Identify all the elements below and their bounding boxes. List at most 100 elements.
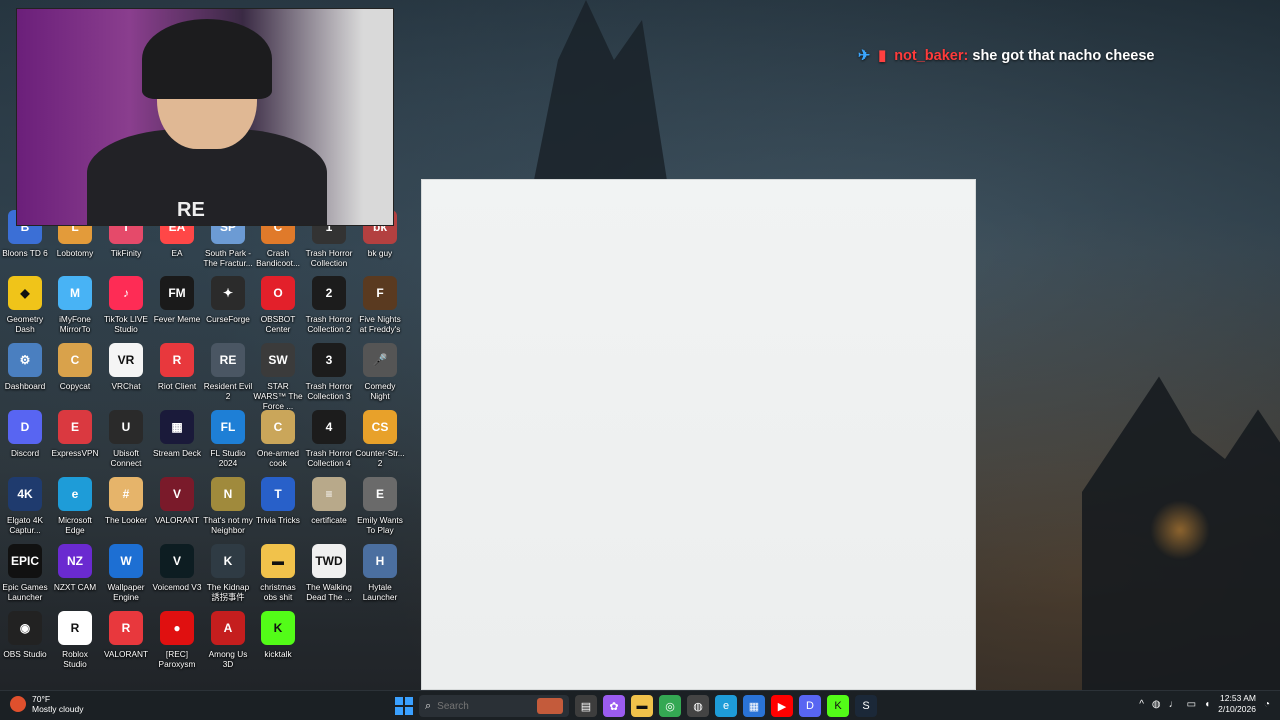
chrome-icon[interactable]: ◎ xyxy=(659,695,681,717)
desktop-shortcut-label: Crash Bandicoot... xyxy=(256,248,300,268)
desktop-shortcut[interactable]: E Emily Wants To Play xyxy=(355,477,405,535)
desktop-shortcut[interactable]: N That's not my Neighbor xyxy=(203,477,253,535)
re2-icon: RE xyxy=(211,343,245,377)
desktop-shortcut[interactable]: ● [REC] Paroxysm xyxy=(152,611,202,669)
desktop-shortcut[interactable]: # The Looker xyxy=(101,477,151,525)
desktop-shortcut-label: Trash Horror Collection 2 xyxy=(305,314,353,334)
desktop-shortcut[interactable]: EPIC Epic Games Launcher xyxy=(0,544,50,602)
desktop-shortcut[interactable]: V VALORANT xyxy=(152,477,202,525)
windows-logo-pane xyxy=(404,697,413,706)
steam-icon[interactable]: S xyxy=(855,695,877,717)
expressvpn-icon: E xyxy=(58,410,92,444)
blank-window[interactable] xyxy=(421,179,976,690)
desktop-shortcut-label: Roblox Studio xyxy=(62,649,88,669)
desktop-shortcut[interactable]: 3 Trash Horror Collection 3 xyxy=(304,343,354,401)
desktop-shortcut[interactable]: R VALORANT xyxy=(101,611,151,659)
dashboard-icon: ⚙ xyxy=(8,343,42,377)
file-explorer-icon[interactable]: ▤ xyxy=(575,695,597,717)
desktop-shortcut[interactable]: A Among Us 3D xyxy=(203,611,253,669)
desktop-shortcut[interactable]: 4K Elgato 4K Captur... xyxy=(0,477,50,535)
desktop-shortcut-label: Lobotomy xyxy=(56,248,94,258)
desktop-shortcut[interactable]: FM Fever Meme xyxy=(152,276,202,324)
desktop-shortcut-label: Counter-Str... 2 xyxy=(355,448,405,468)
trash-horror-2-icon: 2 xyxy=(312,276,346,310)
desktop-shortcut[interactable]: U Ubisoft Connect xyxy=(101,410,151,468)
desktop-shortcut[interactable]: FL FL Studio 2024 xyxy=(203,410,253,468)
desktop-shortcut[interactable]: V Voicemod V3 xyxy=(152,544,202,592)
desktop-shortcut-label: christmas obs shit xyxy=(260,582,296,602)
desktop-shortcut-label: The Walking Dead The ... xyxy=(306,582,352,602)
volume-icon[interactable]: ◖ xyxy=(1204,699,1210,710)
copilot-icon[interactable]: ✿ xyxy=(603,695,625,717)
display-icon[interactable]: ▭ xyxy=(1187,699,1196,710)
desktop-shortcut[interactable]: ▦ Stream Deck xyxy=(152,410,202,458)
valorant-icon: V xyxy=(160,477,194,511)
desktop-shortcut-label: Five Nights at Freddy's xyxy=(359,314,401,334)
app-icon[interactable]: ◍ xyxy=(687,695,709,717)
desktop-shortcut[interactable]: ≡ certificate xyxy=(304,477,354,525)
desktop-shortcut-label: One-armed cook xyxy=(257,448,299,468)
chevron-up-icon[interactable]: ^ xyxy=(1139,699,1144,710)
search-input[interactable] xyxy=(437,700,518,712)
desktop-shortcut[interactable]: VR VRChat xyxy=(101,343,151,391)
desktop-shortcut-label: The Looker xyxy=(105,515,147,525)
desktop-shortcut-label: Copycat xyxy=(59,381,91,391)
desktop-shortcut[interactable]: ◉ OBS Studio xyxy=(0,611,50,659)
desktop-shortcut[interactable]: ▬ christmas obs shit xyxy=(253,544,303,602)
desktop-shortcut[interactable]: 4 Trash Horror Collection 4 xyxy=(304,410,354,468)
clock[interactable]: 12:53 AM 2/10/2026 xyxy=(1218,693,1256,715)
desktop-shortcut[interactable]: NZ NZXT CAM xyxy=(50,544,100,592)
edge-icon[interactable]: e xyxy=(715,695,737,717)
desktop-shortcut-label: Wallpaper Engine xyxy=(107,582,145,602)
elgato-icon: 4K xyxy=(8,477,42,511)
desktop-shortcut[interactable]: W Wallpaper Engine xyxy=(101,544,151,602)
desktop-shortcut[interactable]: TWD The Walking Dead The ... xyxy=(304,544,354,602)
microphone-icon[interactable]: ♩ xyxy=(1169,699,1179,710)
desktop-shortcut-label: Riot Client xyxy=(157,381,197,391)
desktop-shortcut[interactable]: e Microsoft Edge xyxy=(50,477,100,535)
desktop-shortcut[interactable]: C One-armed cook xyxy=(253,410,303,468)
desktop-shortcut[interactable]: C Copycat xyxy=(50,343,100,391)
folder-icon[interactable]: ▬ xyxy=(631,695,653,717)
desktop-shortcut-label: Discord xyxy=(10,448,40,458)
kick-icon[interactable]: K xyxy=(827,695,849,717)
notification-bell-icon[interactable]: ◔ xyxy=(1264,699,1270,710)
desktop-shortcut[interactable]: ⚙ Dashboard xyxy=(0,343,50,391)
desktop-shortcut-label: Emily Wants To Play xyxy=(357,515,403,535)
taskbar: 70°F Mostly cloudy ⌕ ▤ ✿ ▬ ◎ ◍ e ▦ ▶ DKS ^ ◍ ♩ ▭… xyxy=(0,690,1280,720)
desktop-shortcut[interactable]: Kkicktalk xyxy=(253,611,303,659)
desktop-shortcut[interactable]: F Five Nights at Freddy's xyxy=(355,276,405,334)
desktop-shortcut[interactable]: H Hytale Launcher xyxy=(355,544,405,602)
tiktok-icon: ♪ xyxy=(109,276,143,310)
discord-icon: D xyxy=(8,410,42,444)
desktop-shortcut[interactable]: K The Kidnap 誘拐事件 xyxy=(203,544,253,602)
copycat-icon: C xyxy=(58,343,92,377)
desktop-shortcut[interactable]: RE Resident Evil 2 xyxy=(203,343,253,401)
desktop-shortcut[interactable]: ♪ TikTok LIVE Studio xyxy=(101,276,151,334)
desktop-shortcut[interactable]: D Discord xyxy=(0,410,50,458)
desktop-shortcut[interactable]: MiMyFone MirrorTo xyxy=(50,276,100,334)
mirrorto-icon: M xyxy=(58,276,92,310)
taskbar-search[interactable]: ⌕ xyxy=(419,695,569,717)
chat-text: she got that nacho cheese xyxy=(972,48,1155,64)
desktop-shortcut[interactable]: SW STAR WARS™ The Force ... xyxy=(253,343,303,411)
desktop-shortcut[interactable]: R Riot Client xyxy=(152,343,202,391)
obs-icon: ◉ xyxy=(8,611,42,645)
desktop-shortcut-label: OBS Studio xyxy=(3,649,47,659)
desktop-shortcut[interactable]: 2 Trash Horror Collection 2 xyxy=(304,276,354,334)
store-icon[interactable]: ▦ xyxy=(743,695,765,717)
desktop-shortcut[interactable]: T Trivia Tricks xyxy=(253,477,303,525)
desktop-shortcut[interactable]: 🎤 Comedy Night xyxy=(355,343,405,401)
desktop-shortcut[interactable]: CS Counter-Str... 2 xyxy=(355,410,405,468)
start-button[interactable] xyxy=(395,697,413,715)
desktop-shortcut[interactable]: ◆ Geometry Dash xyxy=(0,276,50,334)
desktop-shortcut[interactable]: E ExpressVPN xyxy=(50,410,100,458)
network-icon[interactable]: ◍ xyxy=(1152,699,1161,710)
youtube-icon[interactable]: ▶ xyxy=(771,695,793,717)
desktop-shortcut[interactable]: O OBSBOT Center xyxy=(253,276,303,334)
desktop-shortcut[interactable]: ✦ CurseForge xyxy=(203,276,253,324)
discord-icon[interactable]: D xyxy=(799,695,821,717)
desktop-shortcut[interactable]: R Roblox Studio xyxy=(50,611,100,669)
weather-widget[interactable]: 70°F Mostly cloudy xyxy=(10,694,84,714)
one-armed-cook-icon: C xyxy=(261,410,295,444)
